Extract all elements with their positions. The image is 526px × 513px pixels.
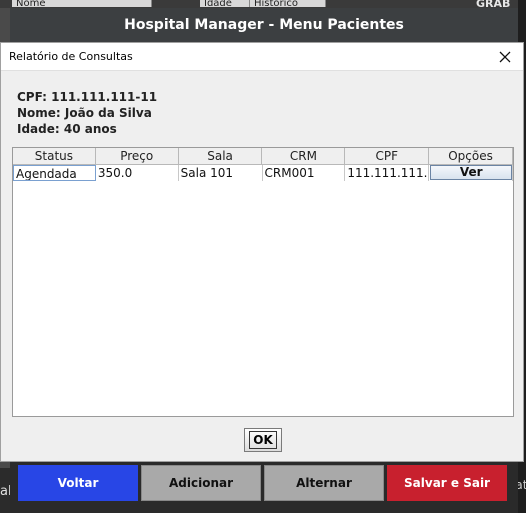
bg-column-nome: Nome	[12, 0, 152, 7]
adicionar-button[interactable]: Adicionar	[141, 465, 261, 501]
header-crm[interactable]: CRM	[262, 148, 346, 165]
app-title: Hospital Manager - Menu Pacientes	[124, 17, 404, 33]
close-button[interactable]	[495, 47, 515, 67]
close-icon	[499, 51, 511, 62]
table-header: Status Preço Sala CRM CPF Opções	[13, 148, 513, 165]
header-opcoes[interactable]: Opções	[429, 148, 513, 165]
header-status[interactable]: Status	[13, 148, 96, 165]
consultas-table: Status Preço Sala CRM CPF Opções Agendad…	[12, 147, 514, 417]
header-cpf[interactable]: CPF	[345, 148, 430, 165]
header-preco[interactable]: Preço	[95, 148, 179, 165]
ver-button[interactable]: Ver	[430, 165, 512, 180]
bottom-button-bar: Voltar Adicionar Alternar Salvar e Sair	[10, 462, 518, 513]
cell-opcoes: Ver	[429, 165, 513, 181]
patient-idade: Idade: 40 anos	[17, 122, 117, 136]
patient-info: CPF: 111.111.111-11 Nome: João da Silva …	[17, 89, 157, 137]
cell-crm[interactable]: CRM001	[263, 165, 346, 181]
table-row[interactable]: Agendada 350.0 Sala 101 CRM001 111.111.1…	[13, 165, 513, 181]
app-title-bar: Hospital Manager - Menu Pacientes	[10, 8, 518, 42]
consultas-dialog: Relatório de Consultas CPF: 111.111.111-…	[0, 42, 524, 462]
bg-column-historico: Histórico	[250, 0, 326, 7]
cell-status[interactable]: Agendada	[13, 165, 96, 181]
cell-cpf[interactable]: 111.111.111...	[345, 165, 430, 181]
header-sala[interactable]: Sala	[178, 148, 263, 165]
patient-cpf: CPF: 111.111.111-11	[17, 90, 158, 104]
ok-label: OK	[249, 431, 277, 449]
dialog-title: Relatório de Consultas	[9, 50, 133, 63]
cell-preco[interactable]: 350.0	[96, 165, 179, 181]
salvar-sair-button[interactable]: Salvar e Sair	[387, 465, 507, 501]
alternar-button[interactable]: Alternar	[264, 465, 384, 501]
ok-button[interactable]: OK	[244, 428, 282, 452]
voltar-button[interactable]: Voltar	[18, 465, 138, 501]
cell-sala[interactable]: Sala 101	[179, 165, 263, 181]
patient-nome: Nome: João da Silva	[17, 106, 152, 120]
bg-column-idade: Idade	[200, 0, 250, 7]
dialog-titlebar[interactable]: Relatório de Consultas	[1, 43, 523, 71]
